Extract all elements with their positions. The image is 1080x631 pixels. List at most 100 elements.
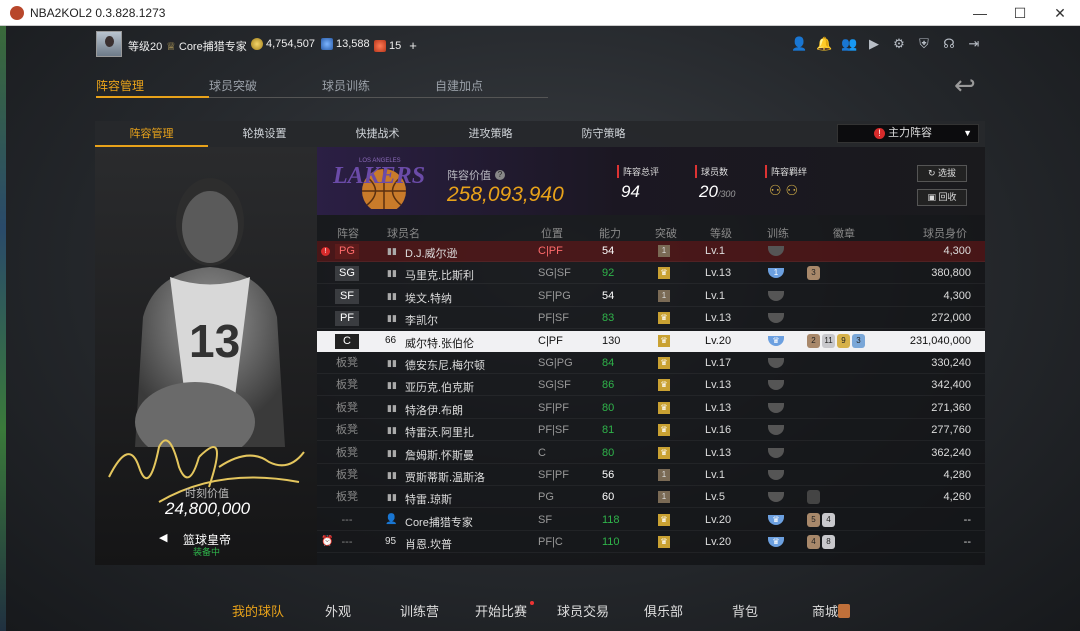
- player-ability: 60: [602, 491, 615, 504]
- player-position: SG|SF: [538, 379, 571, 392]
- tab-player-training[interactable]: 球员训练: [322, 74, 435, 98]
- maximize-button[interactable]: ☐: [1000, 0, 1040, 26]
- nav-my-team[interactable]: 我的球队: [232, 601, 284, 620]
- table-row[interactable]: C 66 威尔特.张伯伦 C|PF 130 ♛ Lv.20 ♛ 2 11 9 3 231,040,000: [317, 330, 985, 352]
- player-value: 272,000: [931, 312, 971, 325]
- player-value: 277,760: [931, 424, 971, 437]
- game-viewport: 等级20 ♕ Core捕猎专家 4,754,507 13,588 15 + 👤 …: [6, 26, 1080, 631]
- card-prev-icon[interactable]: ◀: [159, 531, 167, 544]
- table-row[interactable]: SF ▮▮ 埃文.特纳 SF|PG 54 1 Lv.1 4,300: [317, 286, 985, 307]
- bell-icon[interactable]: 🔔: [816, 36, 832, 52]
- player-prefix: 👤: [385, 513, 398, 525]
- player-ability: 54: [602, 245, 615, 257]
- player-name: 贾斯蒂斯.温斯洛: [405, 472, 486, 484]
- player-name: 威尔特.张伯伦: [405, 337, 475, 350]
- col-player-value: 球员身价: [923, 228, 967, 240]
- lineup-slot: PF: [335, 311, 359, 327]
- logo-wordmark: LAKERS: [332, 163, 425, 189]
- player-name: 特雷沃.阿里扎: [405, 427, 475, 440]
- nav-backpack[interactable]: 背包: [732, 601, 758, 620]
- subtab-quick-tactics[interactable]: 快捷战术: [321, 121, 434, 147]
- friends-icon[interactable]: 👥: [841, 36, 857, 52]
- select-button[interactable]: ↻ 选拔: [917, 165, 967, 182]
- bottom-nav: 我的球队 外观 训练营 开始比赛 球员交易 俱乐部 背包 商城: [6, 596, 1080, 626]
- player-position: C: [538, 446, 546, 459]
- table-row[interactable]: --- 👤 Core捕猎专家 SF 118 ♛ Lv.20 ♛ 5 4 --: [317, 510, 985, 531]
- player-ability: 92: [602, 267, 615, 280]
- badge-icon: [807, 490, 820, 505]
- close-button[interactable]: ✕: [1040, 0, 1080, 26]
- player-value: 362,240: [931, 446, 971, 459]
- training-icon: [768, 402, 784, 413]
- subtab-defense-strategy[interactable]: 防守策略: [547, 121, 660, 147]
- player-position: PF|C: [538, 536, 563, 549]
- top-bar: 等级20 ♕ Core捕猎专家 4,754,507 13,588 15 + 👤 …: [6, 26, 1080, 64]
- lineup-chemistry[interactable]: 阵容羁绊 ⚇ ⚇: [765, 165, 807, 199]
- table-row[interactable]: SG ▮▮ 马里克.比斯利 SG|SF 92 ♛ Lv.13 1 3 380,800: [317, 263, 985, 285]
- exit-icon[interactable]: ⇥: [966, 36, 982, 52]
- headset-icon[interactable]: ☊: [941, 36, 957, 52]
- badge-icon: 3: [807, 266, 820, 281]
- moment-value: 24,800,000: [165, 499, 251, 518]
- table-row[interactable]: 板凳 ▮▮ 贾斯蒂斯.温斯洛 SF|PF 56 1 Lv.1 4,280: [317, 465, 985, 486]
- add-currency-button[interactable]: +: [409, 38, 417, 53]
- tab-lineup-management[interactable]: 阵容管理: [96, 74, 209, 98]
- subtab-rotation[interactable]: 轮换设置: [208, 121, 321, 147]
- table-row[interactable]: ! PG ▮▮ D.J.威尔逊 C|PF 54 1 Lv.1 4,300: [317, 241, 985, 262]
- title-text: Core捕猎专家: [178, 41, 247, 53]
- lineup-value: 258,093,940: [447, 183, 564, 206]
- player-ability: 54: [602, 289, 615, 302]
- nav-player-trade[interactable]: 球员交易: [557, 601, 609, 620]
- badge-icon: 8: [822, 535, 835, 550]
- gear-icon[interactable]: ⚙: [891, 36, 907, 52]
- shield-icon[interactable]: ⛨: [916, 36, 932, 52]
- player-title[interactable]: ♕ Core捕猎专家: [166, 38, 247, 54]
- table-row[interactable]: 板凳 ▮▮ 詹姆斯.怀斯曼 C 80 ♛ Lv.13 362,240: [317, 443, 985, 464]
- lineup-dropdown[interactable]: ! 主力阵容 ▼: [837, 124, 979, 143]
- player-name: 马里克.比斯利: [405, 270, 475, 283]
- tab-player-breakthrough[interactable]: 球员突破: [209, 74, 322, 98]
- player-value: 4,260: [943, 491, 971, 504]
- table-row[interactable]: ⏰ --- 95 肖恩.坎普 PF|C 110 ♛ Lv.20 ♛ 4 8 --: [317, 532, 985, 554]
- minimize-button[interactable]: —: [960, 0, 1000, 26]
- nav-club[interactable]: 俱乐部: [644, 601, 683, 620]
- nav-appearance[interactable]: 外观: [325, 601, 351, 620]
- video-icon[interactable]: ▶: [866, 36, 882, 52]
- subtab-offense-strategy[interactable]: 进攻策略: [434, 121, 547, 147]
- featured-player-card[interactable]: 13 时刻价值 24,800,000 ◀ 篮球皇帝 装备中: [95, 147, 317, 565]
- training-icon: [768, 492, 784, 503]
- subtab-lineup[interactable]: 阵容管理: [95, 121, 208, 147]
- player-value: --: [963, 513, 971, 526]
- lineup-summary: LAKERS LOS ANGELES 阵容价值 ? 258,093,940 阵容…: [317, 147, 985, 215]
- table-row[interactable]: 板凳 ▮▮ 特雷沃.阿里扎 PF|SF 81 ♛ Lv.16 277,760: [317, 420, 985, 442]
- nav-training-camp[interactable]: 训练营: [400, 601, 439, 620]
- table-row[interactable]: 板凳 ▮▮ 亚历克.伯克斯 SG|SF 86 ♛ Lv.13 342,400: [317, 375, 985, 397]
- back-arrow-icon[interactable]: ↩: [954, 70, 976, 101]
- player-level: Lv.13: [705, 379, 732, 392]
- col-player-name: 球员名: [387, 228, 420, 240]
- player-value: 4,300: [943, 245, 971, 257]
- breakthrough-icon: ♛: [658, 424, 670, 437]
- profile-icon[interactable]: 👤: [791, 36, 807, 52]
- training-icon: ♛: [768, 514, 784, 525]
- table-row[interactable]: 板凳 ▮▮ 特洛伊.布朗 SF|PF 80 ♛ Lv.13 271,360: [317, 398, 985, 419]
- nav-start-game[interactable]: 开始比赛: [475, 601, 527, 620]
- player-count-max: /300: [717, 189, 736, 199]
- recycle-button[interactable]: ▣ 回收: [917, 189, 967, 206]
- lineup-slot: 板凳: [336, 401, 358, 414]
- table-row[interactable]: PF ▮▮ 李凯尔 PF|SF 83 ♛ Lv.13 272,000: [317, 308, 985, 330]
- signal-icon: ▮▮: [387, 358, 397, 368]
- avatar[interactable]: [96, 31, 122, 57]
- table-row[interactable]: 板凳 ▮▮ 德安东尼.梅尔顿 SG|PG 84 ♛ Lv.17 330,240: [317, 353, 985, 374]
- col-breakthrough: 突破: [655, 228, 677, 240]
- training-icon: 1: [768, 268, 784, 279]
- help-icon[interactable]: ?: [495, 170, 505, 180]
- nav-shop[interactable]: 商城: [812, 601, 838, 620]
- breakthrough-icon: ♛: [658, 267, 670, 280]
- equipped-status: 装备中: [193, 547, 221, 557]
- tab-custom-points[interactable]: 自建加点: [435, 74, 548, 98]
- player-position: PF|SF: [538, 424, 569, 437]
- player-value: 4,280: [943, 469, 971, 481]
- table-row[interactable]: 板凳 ▮▮ 特雷.琼斯 PG 60 1 Lv.5 4,260: [317, 487, 985, 509]
- player-name: 特雷.琼斯: [405, 494, 453, 507]
